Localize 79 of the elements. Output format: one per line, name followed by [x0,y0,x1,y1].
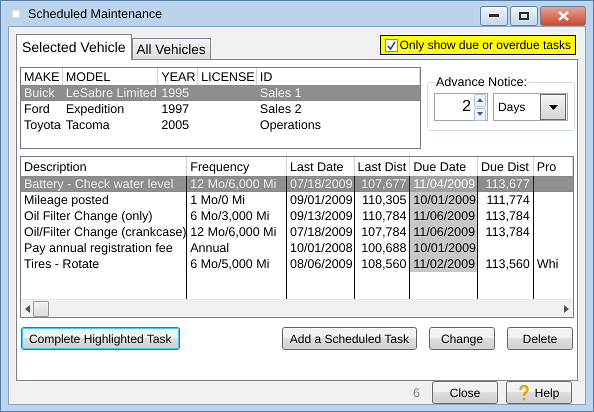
grid-cell: 113,784 [478,208,534,224]
grid-cell: 08/06/2009 [287,256,355,272]
grid-cell: 113,560 [478,256,534,272]
due-filter-checkbox[interactable]: Only show due or overdue tasks [380,35,576,55]
grid-cell: Mileage posted [21,192,188,208]
scroll-left-icon[interactable] [25,304,30,312]
list-cell-text: Sales 2 [258,101,303,117]
grid-cell: Annual [187,240,287,256]
list-cell-text: Expedition [64,101,126,117]
notice-spinner[interactable]: 2 [434,93,488,121]
unit-dropdown[interactable]: Days [493,93,568,121]
close-icon [558,11,568,21]
help-button[interactable]: Help [506,381,572,404]
task-button[interactable]: Add a Scheduled Task [282,327,417,350]
list-cell-text: Toyota [23,117,62,133]
list-cell-text: Tacoma [64,117,111,133]
task-row[interactable]: Pay annual registration fee Annual 10/01/2008 100,688 10/01/2009 [21,240,573,256]
task-row[interactable]: Tires - Rotate 6 Mo/5,000 Mi 08/06/2009 108,560 11/02/2009 113,560 Whi [21,256,573,272]
task-button[interactable]: Complete Highlighted Task [21,327,180,350]
group-label: Advance Notice: [435,75,528,89]
grid-cell: 07/18/2009 [287,224,355,240]
close-window-button[interactable] [540,6,586,26]
grid-cell: 11/06/2009 [410,208,478,224]
grid-cell: 6 Mo/5,000 Mi [187,256,287,272]
grid-cell: 113,784 [478,224,534,240]
checkmark-icon [386,40,396,50]
grid-cell: Pay annual registration fee [21,240,188,256]
question-mark-icon [518,384,529,400]
grid-cell: 09/13/2009 [287,208,355,224]
list-cell-text: Ford [23,101,51,117]
list-cell-text: 1997 [160,101,190,117]
grid-cell: 10/01/2009 [410,240,478,256]
tab[interactable]: Selected Vehicle [16,34,132,60]
grid-cell: 10/01/2008 [287,240,355,256]
tab[interactable]: All Vehicles [132,38,211,60]
task-button[interactable]: Change [429,327,495,350]
close-button[interactable]: Close [432,381,498,404]
maximize-icon [519,12,529,20]
list-cell-text: Buick [23,85,56,101]
grid-cell: 09/01/2009 [287,192,355,208]
task-row[interactable]: Oil Filter Change (only) 6 Mo/3,000 Mi 09/13/2009 110,784 11/06/2009 113,784 [21,208,573,224]
grid-cell: Oil Filter Change (only) [21,208,188,224]
list-cell-text: 2005 [160,117,190,133]
scroll-right-icon[interactable] [564,304,569,312]
down-arrow-icon[interactable] [477,112,483,116]
grid-cell: 10/01/2009 [410,192,478,208]
grid-cell-text: Whi [536,256,560,272]
dropdown-arrow-icon[interactable] [548,104,558,110]
task-count: 6 [413,386,420,400]
vehicle-row[interactable]: Toyota Tacoma 2005 Operations [21,117,420,133]
grid-cell: 12 Mo/6,000 Mi [187,176,287,192]
grid-cell: Battery - Check water level [21,176,188,192]
list-cell-text: Operations [258,117,322,133]
grid-cell: Tires - Rotate [21,256,188,272]
minimize-icon [489,14,499,18]
grid-cell: 11/04/2009 [410,176,478,192]
list-cell-text: Sales 1 [258,85,303,101]
scroll-thumb[interactable] [33,300,49,316]
grid-cell: 113,677 [478,176,534,192]
up-arrow-icon[interactable] [477,98,483,102]
list-cell-text: LeSabre Limited [64,85,158,101]
grid-cell: 12 Mo/6,000 Mi [187,224,287,240]
minimize-button[interactable] [480,6,508,26]
grid-cell: Oil/Filter Change (crankcase) [21,224,188,240]
grid-cell: 1 Mo/0 Mi [187,192,287,208]
grid-cell: 6 Mo/3,000 Mi [187,208,287,224]
task-row[interactable]: Mileage posted 1 Mo/0 Mi 09/01/2009 110,305 10/01/2009 111,774 [21,192,573,208]
maximize-button[interactable] [510,6,538,26]
grid-cell: 07/18/2009 [287,176,355,192]
grid-cell: 11/02/2009 [410,256,478,272]
grid-cell: 111,774 [478,192,534,208]
vehicle-row[interactable]: Ford Expedition 1997 Sales 2 [21,101,420,117]
list-cell-text: 1995 [160,85,190,101]
grid-cell: 11/06/2009 [410,224,478,240]
task-row[interactable]: Oil/Filter Change (crankcase) 12 Mo/6,000 Mi 07/18/2009 107,784 11/06/2009 113,784 [21,224,573,240]
horizontal-scrollbar[interactable] [21,299,573,317]
task-button[interactable]: Delete [507,327,573,350]
window-title: Scheduled Maintenance [28,6,164,20]
app-icon [12,10,20,18]
